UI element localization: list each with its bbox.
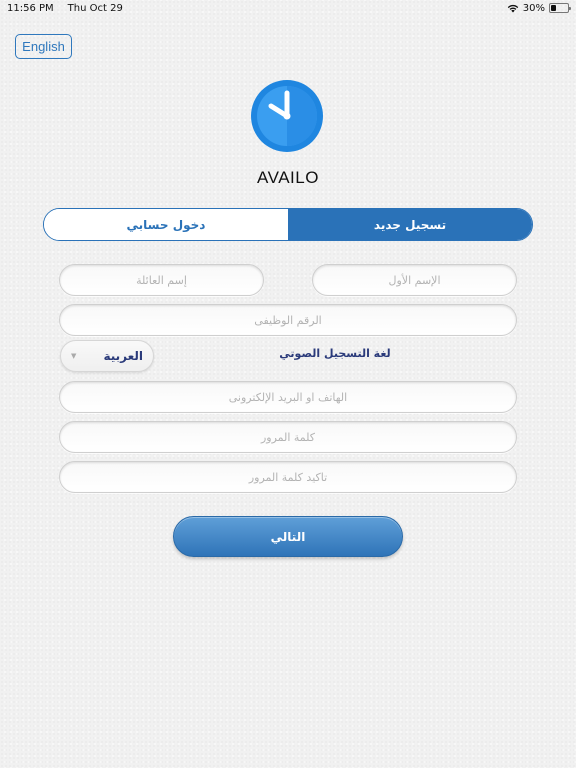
chevron-down-icon: ▼ bbox=[71, 352, 77, 360]
auth-tabs: دخول حسابي تسجيل جديد bbox=[43, 208, 533, 241]
tab-register[interactable]: تسجيل جديد bbox=[288, 209, 532, 240]
battery-icon bbox=[549, 3, 571, 13]
job-number-input[interactable]: الرقم الوظيفى bbox=[59, 304, 517, 336]
status-date: Thu Oct 29 bbox=[67, 2, 123, 14]
voice-language-select[interactable]: ▼ العربية bbox=[60, 340, 154, 372]
last-name-input[interactable]: إسم العائلة bbox=[59, 264, 264, 296]
status-bar: 11:56 PM Thu Oct 29 30% bbox=[0, 0, 576, 16]
first-name-input[interactable]: الإسم الأول bbox=[312, 264, 517, 296]
battery-fill bbox=[551, 5, 556, 11]
confirm-password-input[interactable]: تاكيد كلمة المرور bbox=[59, 461, 517, 493]
battery-percent: 30% bbox=[522, 2, 545, 14]
clock-logo-icon bbox=[251, 80, 323, 152]
voice-language-label: لغة التسجيل الصوتي bbox=[279, 347, 391, 360]
status-right: 30% bbox=[507, 2, 571, 14]
tab-login[interactable]: دخول حسابي bbox=[44, 209, 288, 240]
voice-language-value: العربية bbox=[103, 349, 143, 363]
language-toggle-button[interactable]: English bbox=[15, 34, 72, 59]
phone-email-input[interactable]: الهاتف او البريد الإلكترونى bbox=[59, 381, 517, 413]
status-left: 11:56 PM Thu Oct 29 bbox=[7, 3, 123, 14]
app-name: AVAILO bbox=[257, 168, 319, 187]
status-time: 11:56 PM bbox=[7, 2, 54, 14]
wifi-icon bbox=[507, 4, 518, 13]
password-input[interactable]: كلمة المرور bbox=[59, 421, 517, 453]
next-button[interactable]: التالي bbox=[173, 516, 403, 557]
